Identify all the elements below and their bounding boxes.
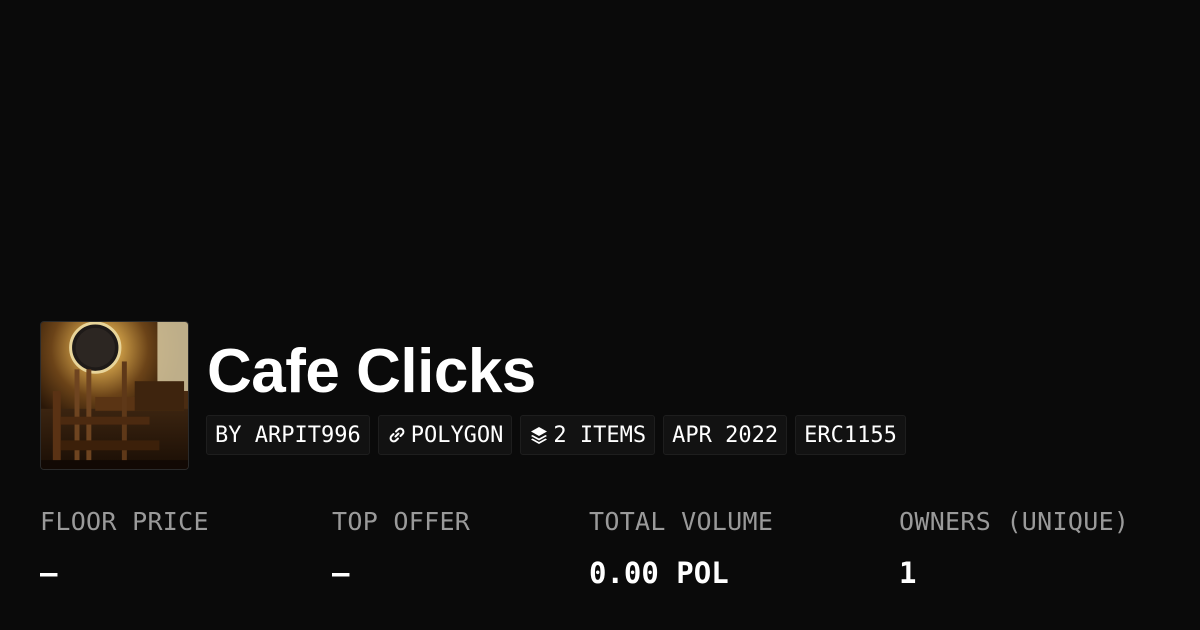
collection-card: Cafe Clicks BY ARPIT996 POLYGON 2 ITEMS … — [0, 0, 1200, 630]
total-volume-label: TOTAL VOLUME — [589, 507, 774, 536]
total-volume-stat: TOTAL VOLUME 0.00 POL — [589, 505, 773, 591]
top-offer-value: – — [332, 556, 350, 590]
cafe-photo-image — [41, 322, 188, 469]
floor-price-label: FLOOR PRICE — [40, 507, 209, 536]
floor-price-stat: FLOOR PRICE – — [40, 505, 209, 591]
standard-tag: ERC1155 — [795, 415, 906, 455]
chain-tag[interactable]: POLYGON — [377, 415, 513, 455]
total-volume-value: 0.00 POL — [589, 556, 729, 590]
creator-tag[interactable]: BY ARPIT996 — [206, 415, 370, 455]
owners-stat: OWNERS (UNIQUE) 1 — [899, 505, 1129, 591]
owners-label: OWNERS (UNIQUE) — [899, 507, 1130, 536]
chain-tag-label: POLYGON — [410, 422, 504, 448]
items-tag[interactable]: 2 ITEMS — [520, 415, 656, 455]
date-tag-label: APR 2022 — [672, 422, 779, 448]
link-chain-icon — [387, 425, 407, 445]
creator-tag-label: BY ARPIT996 — [215, 422, 361, 448]
layers-icon — [529, 425, 549, 445]
standard-tag-label: ERC1155 — [804, 422, 897, 448]
collection-avatar[interactable] — [40, 321, 189, 470]
collection-tags: BY ARPIT996 POLYGON 2 ITEMS APR 2022 ERC… — [206, 415, 906, 455]
top-offer-label: TOP OFFER — [332, 507, 471, 536]
items-tag-label: 2 ITEMS — [553, 422, 647, 448]
top-offer-stat: TOP OFFER – — [332, 505, 470, 591]
date-tag: APR 2022 — [663, 415, 788, 455]
collection-title: Cafe Clicks — [207, 337, 536, 406]
owners-value: 1 — [899, 556, 917, 590]
floor-price-value: – — [40, 556, 58, 590]
